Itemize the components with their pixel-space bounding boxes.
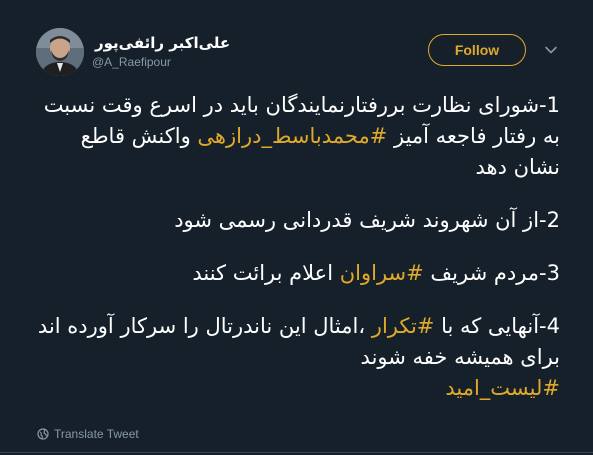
globe-icon: [37, 428, 49, 440]
avatar[interactable]: [36, 28, 84, 76]
translate-tweet-link[interactable]: Translate Tweet: [37, 427, 139, 441]
tweet-text-span: اعلام برائت کنند: [192, 261, 340, 285]
chevron-down-icon[interactable]: [544, 42, 558, 56]
tweet-paragraph-1: 1-شورای نظارت بررفتارنمایندگان باید در ا…: [30, 90, 560, 183]
hashtag-link[interactable]: #سراوان: [340, 261, 424, 285]
tweet-text-span: 4-آنهایی که با: [434, 314, 560, 338]
hashtag-link[interactable]: #محمدباسط_درازهی: [197, 124, 387, 148]
tweet-paragraph-3: 3-مردم شریف #سراوان اعلام برائت کنند: [30, 258, 560, 289]
tweet-header: علی‌اکبر رائفی‌پور @A_Raefipour Follow: [0, 0, 593, 90]
tweet-paragraph-4: 4-آنهایی که با #تکرار ،امثال این ناندرتا…: [30, 311, 560, 373]
tweet-text-span: 2-از آن شهروند شریف قدردانی رسمی شود: [174, 208, 560, 232]
hashtag-link[interactable]: #لیست_امید: [445, 376, 560, 400]
divider: [0, 452, 593, 453]
user-handle[interactable]: @A_Raefipour: [92, 55, 171, 69]
tweet-paragraph-2: 2-از آن شهروند شریف قدردانی رسمی شود: [30, 205, 560, 236]
hashtag-link[interactable]: #تکرار: [372, 314, 435, 338]
translate-label[interactable]: Translate Tweet: [54, 427, 139, 441]
follow-button[interactable]: Follow: [428, 34, 526, 66]
display-name[interactable]: علی‌اکبر رائفی‌پور: [95, 34, 230, 52]
tweet-text-span: 3-مردم شریف: [423, 261, 560, 285]
tweet-paragraph-5: #لیست_امید: [30, 373, 560, 404]
tweet-text: 1-شورای نظارت بررفتارنمایندگان باید در ا…: [30, 90, 560, 404]
